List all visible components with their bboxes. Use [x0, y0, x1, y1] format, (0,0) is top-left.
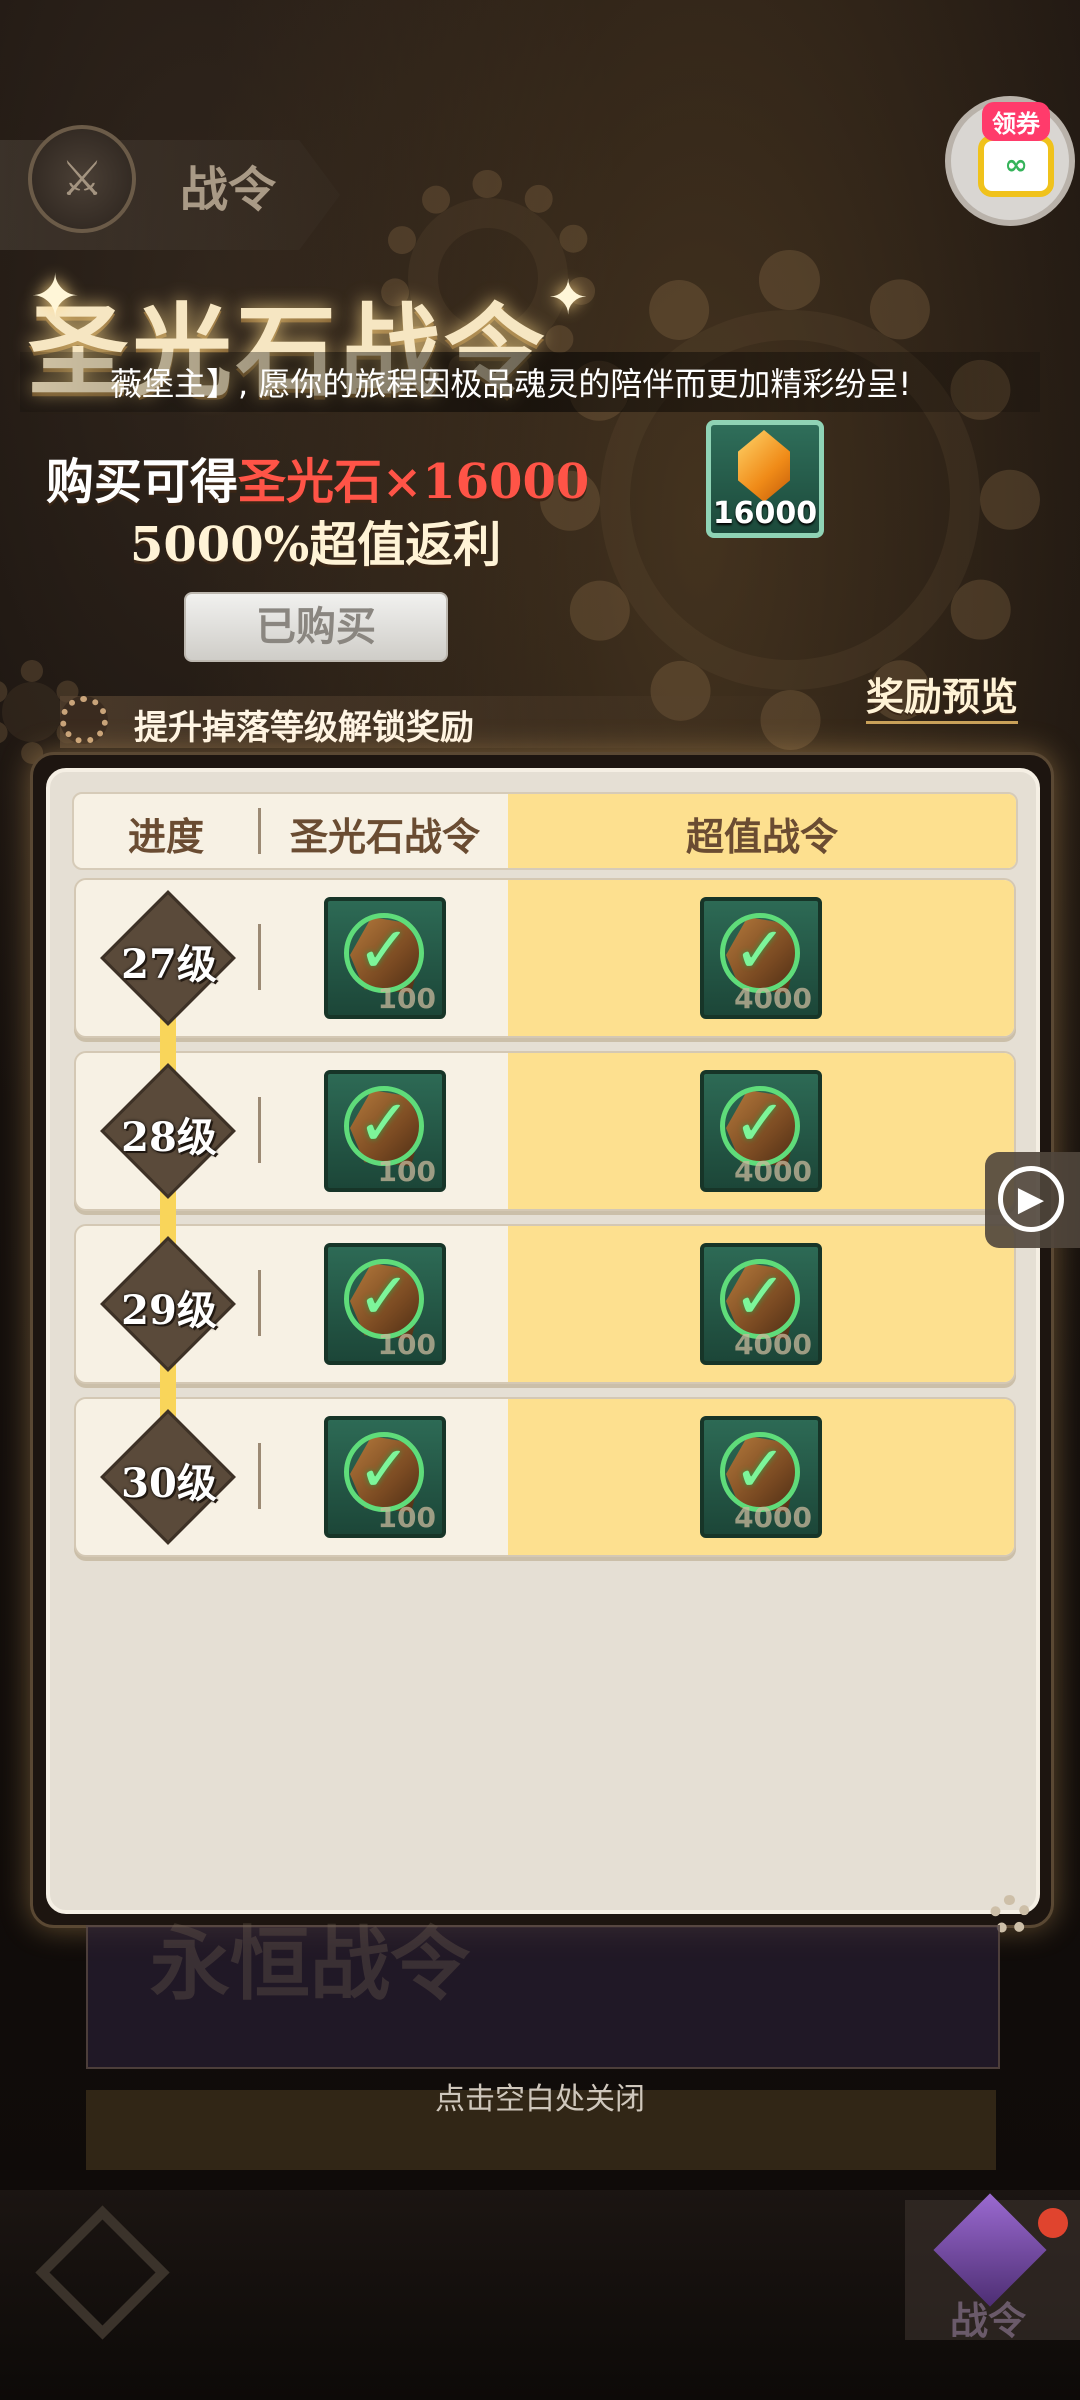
buy-prefix: 购买可得 [46, 454, 239, 510]
rebate-text: 5000%超值返利 [130, 517, 502, 573]
coupon-badge: 领券 [982, 102, 1050, 141]
play-icon: ▶ [998, 1166, 1064, 1232]
check-icon: ✓ [344, 1259, 424, 1339]
notification-dot [1038, 2208, 1068, 2238]
top-tab-title: 战令 [180, 162, 277, 218]
reward-amount: 4000 [734, 1328, 812, 1361]
announcement-marquee: 薇堡主】, 愿你的旅程因极品魂灵的陪伴而更加精彩纷呈! [20, 352, 1040, 412]
check-icon: ✓ [344, 913, 424, 993]
check-icon: ✓ [720, 913, 800, 993]
gem-count: 16000 [712, 496, 818, 531]
check-icon: ✓ [720, 1259, 800, 1339]
game-controller-icon: ∞ [978, 135, 1054, 197]
divider [258, 1443, 261, 1509]
level-label: 30级 [121, 1460, 217, 1507]
gear-icon [60, 696, 108, 744]
basic-reward-slot[interactable]: ✓ 100 [324, 1416, 446, 1538]
header-basic: 圣光石战令 [289, 814, 480, 859]
check-icon: ✓ [344, 1086, 424, 1166]
hint-text: 提升掉落等级解锁奖励 [134, 708, 474, 748]
header-progress: 进度 [127, 814, 204, 859]
marquee-text: 薇堡主】, 愿你的旅程因极品魂灵的陪伴而更加精彩纷呈! [110, 365, 912, 403]
reward-amount: 100 [377, 1155, 436, 1188]
divider [258, 924, 261, 990]
purchased-button[interactable]: 已购买 [184, 592, 448, 662]
header-premium: 超值战令 [685, 814, 838, 859]
reward-amount: 4000 [734, 982, 812, 1015]
basic-reward-slot[interactable]: ✓ 100 [324, 897, 446, 1019]
level-label: 27级 [121, 941, 217, 988]
check-icon: ✓ [344, 1432, 424, 1512]
check-icon: ✓ [720, 1432, 800, 1512]
premium-reward-slot[interactable]: ✓ 4000 [700, 1243, 822, 1365]
reward-preview-link[interactable]: 奖励预览 [866, 666, 1019, 724]
basic-reward-slot[interactable]: ✓ 100 [324, 1243, 446, 1365]
close-hint[interactable]: 点击空白处关闭 [0, 2074, 1080, 2118]
purchase-reward-line: 购买可得圣光石×16000 [46, 442, 589, 512]
level-label: 28级 [121, 1114, 217, 1161]
sparkle-icon: ✦ [30, 262, 81, 332]
divider [258, 1097, 261, 1163]
divider [258, 808, 261, 854]
premium-reward-slot[interactable]: ✓ 4000 [700, 1070, 822, 1192]
buy-times: ×16000 [382, 454, 590, 510]
basic-reward-slot[interactable]: ✓ 100 [324, 1070, 446, 1192]
reward-amount: 100 [377, 982, 436, 1015]
divider [258, 1270, 261, 1336]
level-label: 29级 [121, 1287, 217, 1334]
check-icon: ✓ [720, 1086, 800, 1166]
reward-amount: 4000 [734, 1155, 812, 1188]
buy-item: 圣光石 [238, 454, 383, 510]
nav-right-label: 战令 [950, 2298, 1027, 2343]
crossed-swords-icon: ⚔ [28, 125, 136, 233]
reward-amount: 100 [377, 1501, 436, 1534]
sparkle-icon: ✦ [548, 270, 589, 326]
premium-reward-slot[interactable]: ✓ 4000 [700, 1416, 822, 1538]
premium-reward-slot[interactable]: ✓ 4000 [700, 897, 822, 1019]
reward-amount: 4000 [734, 1501, 812, 1534]
background-banner-text: 永恒战令 [150, 1917, 470, 2011]
reward-amount: 100 [377, 1328, 436, 1361]
